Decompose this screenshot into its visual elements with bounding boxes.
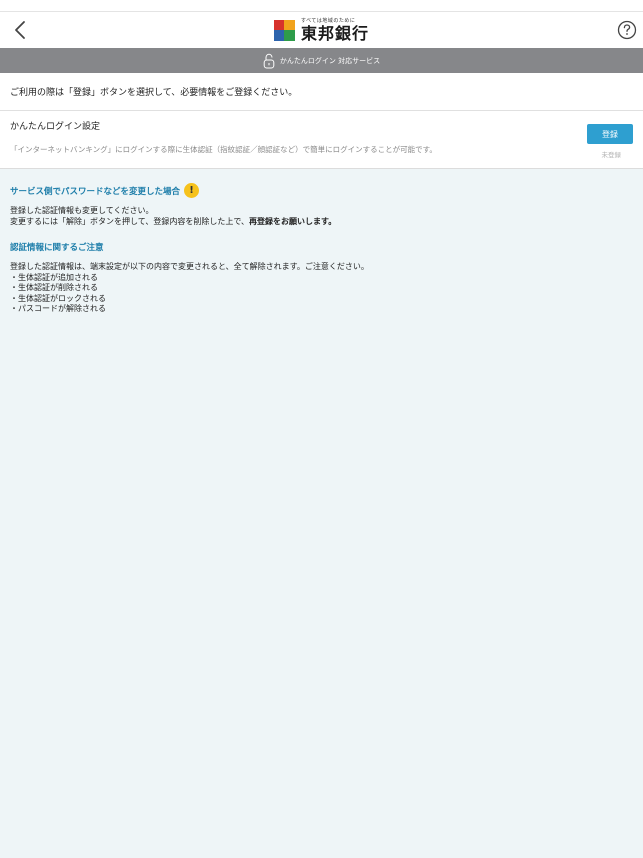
brand-logo: すべては地域のために 東邦銀行 bbox=[273, 17, 369, 43]
notice1-line2-prefix: 変更するには「解除」ボタンを押して、登録内容を削除した上で、 bbox=[10, 216, 250, 226]
intro-text: ご利用の際は「登録」ボタンを選択して、必要情報をご登録ください。 bbox=[0, 73, 643, 110]
brand-name: 東邦銀行 bbox=[300, 23, 369, 43]
setting-title: かんたんログイン設定 bbox=[10, 122, 101, 132]
brand-tagline: すべては地域のために bbox=[300, 17, 356, 24]
notice1-line2-bold: 再登録をお願いします。 bbox=[249, 216, 337, 226]
notice1-line2: 変更するには「解除」ボタンを押して、登録内容を削除した上で、再登録をお願いします… bbox=[10, 217, 633, 228]
banner-text: かんたんログイン 対応サービス bbox=[279, 56, 381, 65]
notices-section: サービス側でパスワードなどを変更した場合 ! 登録した認証情報も変更してください… bbox=[0, 169, 643, 315]
notice2-intro: 登録した認証情報は、端末設定が以下の内容で変更されると、全て解除されます。ご注意… bbox=[10, 262, 369, 271]
easy-login-setting-row: かんたんログイン設定 「インターネットバンキング」にログインする際に生体認証（指… bbox=[0, 111, 643, 169]
password-change-heading: サービス側でパスワードなどを変更した場合 ! bbox=[10, 183, 633, 198]
status-bar bbox=[0, 0, 643, 12]
list-item: ・生体認証がロックされる bbox=[10, 293, 106, 303]
service-banner: かんたんログイン 対応サービス bbox=[0, 48, 643, 73]
chevron-left-icon bbox=[15, 21, 25, 39]
list-item: ・生体認証が削除される bbox=[10, 283, 98, 292]
auth-caution-body: 登録した認証情報は、端末設定が以下の内容で変更されると、全て解除されます。ご注意… bbox=[10, 262, 633, 315]
list-item: ・パスコードが解除される bbox=[10, 304, 106, 313]
notice1-line1: 登録した認証情報も変更してください。 bbox=[10, 206, 154, 215]
app-screen: すべては地域のために 東邦銀行 かんたんログイン 対応サービス ご利用の際は「登… bbox=[0, 0, 643, 858]
help-button[interactable] bbox=[617, 20, 637, 40]
setting-description: 「インターネットバンキング」にログインする際に生体認証（指紋認証／顔認証など）で… bbox=[10, 145, 437, 154]
lock-icon bbox=[263, 53, 275, 68]
list-item: ・生体認証が追加される bbox=[10, 272, 98, 282]
warning-icon: ! bbox=[184, 183, 200, 198]
question-circle-icon bbox=[617, 20, 637, 40]
brand-mark-icon bbox=[273, 19, 295, 41]
app-header: すべては地域のために 東邦銀行 bbox=[0, 12, 643, 48]
auth-caution-heading: 認証情報に関するご注意 bbox=[10, 243, 104, 253]
back-button[interactable] bbox=[8, 18, 32, 42]
caution-list: ・生体認証が追加される ・生体認証が削除される ・生体認証がロックされる ・パス… bbox=[10, 273, 633, 315]
registration-status: 未登録 bbox=[601, 151, 622, 159]
register-button[interactable]: 登録 bbox=[587, 124, 633, 144]
notice1-heading-text: サービス側でパスワードなどを変更した場合 bbox=[10, 186, 181, 197]
password-change-body: 登録した認証情報も変更してください。 変更するには「解除」ボタンを押して、登録内… bbox=[10, 206, 633, 227]
